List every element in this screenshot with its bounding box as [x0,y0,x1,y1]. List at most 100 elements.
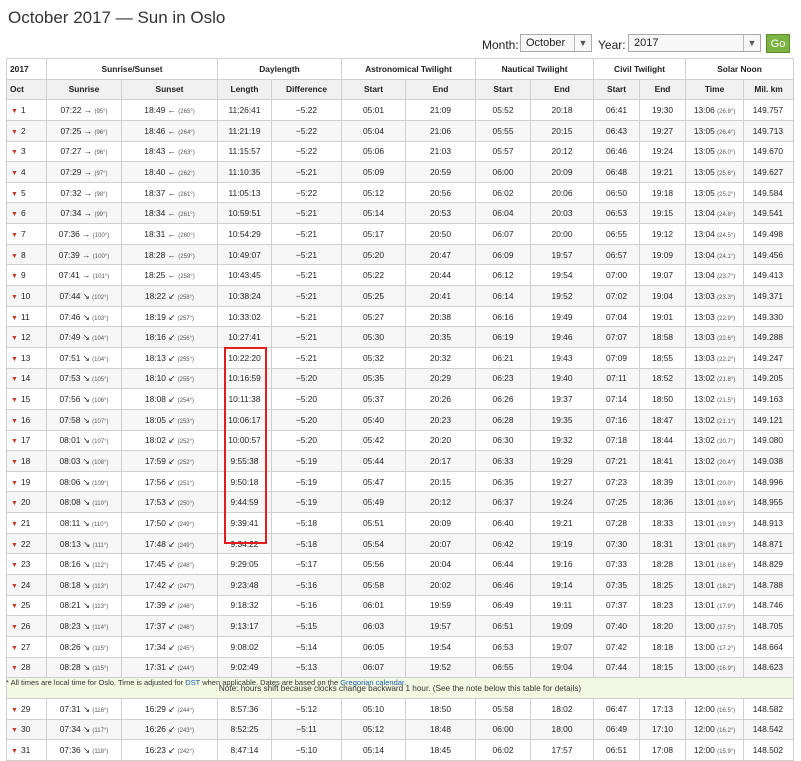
table-row: ▼ 12 07:49 ↘ (104°) 18:16 ↙ (256°) 10:27:41−… [6,326,795,348]
daylength-difference: −5:11 [271,718,342,741]
nautical-start: 06:00 [475,161,532,183]
astronomical-start: 05:22 [341,264,406,287]
civil-end: 18:23 [639,594,687,617]
astronomical-end: 20:20 [404,429,477,452]
sunrise-direction-icon: ↘ [82,559,91,570]
day-number: 10 [20,290,31,301]
caret-down-icon[interactable]: ▼ [11,583,18,590]
dst-link[interactable]: DST [185,678,200,687]
caret-down-icon[interactable]: ▼ [11,356,18,363]
sunrise-cell: 07:44 ↘ (102°) [46,285,122,307]
daylength-difference: −5:21 [271,326,342,348]
header-daylength: Daylength [217,58,342,80]
solar-noon-altitude: (18.6°) [717,563,736,570]
caret-down-icon[interactable]: ▼ [11,397,18,404]
caret-down-icon[interactable]: ▼ [11,211,18,218]
solar-noon-altitude: (26.8°) [717,109,736,116]
sunrise-direction-icon: ↘ [82,352,90,363]
caret-down-icon[interactable]: ▼ [11,459,18,466]
sunrise-time: 08:13 [59,538,81,549]
solar-noon-cell: 13:02 (21.8°) [685,367,745,390]
sunset-time: 18:16 [144,332,166,343]
table-row: ▼ 3 07:27 → (96°) 18:43 ← (263°) 11:15:57 −5:… [6,140,795,163]
sunset-azimuth: (247°) [177,583,195,590]
caret-down-icon[interactable]: ▼ [11,315,18,322]
day-cell: ▼ 7 [6,223,47,245]
civil-end: 17:10 [639,718,687,741]
solar-noon-time: 13:05 [693,146,715,157]
sunset-cell: 18:28 ← (259°) [121,243,218,266]
sunset-cell: 18:40 ← (262°) [121,161,218,183]
sunset-direction-icon: ← [167,187,176,198]
gregorian-calendar-link[interactable]: Gregorian calendar [340,678,404,687]
daylength-difference: −5:20 [271,429,342,452]
solar-noon-time: 13:01 [693,600,715,611]
caret-down-icon[interactable]: ▼ [11,294,18,301]
sunrise-time: 08:21 [59,600,81,611]
caret-down-icon[interactable]: ▼ [11,232,18,239]
solar-noon-cell: 13:01 (18.2°) [685,574,745,596]
nautical-start: 05:55 [475,119,532,142]
year-select[interactable]: 2017 ▼ [628,34,761,52]
caret-down-icon[interactable]: ▼ [11,727,18,734]
sunrise-direction-icon: ↘ [82,579,91,590]
caret-down-icon[interactable]: ▼ [11,273,18,280]
civil-start: 07:35 [593,574,641,596]
caret-down-icon[interactable]: ▼ [11,645,18,652]
sunset-time: 18:43 [144,146,166,157]
sunrise-cell: 08:03 ↘ (108°) [46,450,122,472]
caret-down-icon[interactable]: ▼ [11,562,18,569]
civil-end: 18:20 [639,615,687,637]
civil-start: 07:21 [593,450,641,472]
civil-end: 18:18 [639,635,687,658]
month-select[interactable]: October ▼ [520,34,592,52]
caret-down-icon[interactable]: ▼ [11,500,18,507]
civil-start: 07:42 [593,635,641,658]
caret-down-icon[interactable]: ▼ [11,191,18,198]
sunset-time: 17:42 [144,579,166,590]
sunrise-azimuth: (107°) [92,439,109,446]
caret-down-icon[interactable]: ▼ [11,170,18,177]
sunset-cell: 17:45 ↙ (248°) [121,553,218,576]
caret-down-icon[interactable]: ▼ [11,542,18,549]
caret-down-icon[interactable]: ▼ [11,438,18,445]
sunrise-azimuth: (96°) [94,129,108,136]
day-cell: ▼ 21 [6,512,47,534]
caret-down-icon[interactable]: ▼ [11,129,18,136]
caret-down-icon[interactable]: ▼ [11,149,18,156]
caret-down-icon[interactable]: ▼ [11,480,18,487]
caret-down-icon[interactable]: ▼ [11,707,18,714]
caret-down-icon[interactable]: ▼ [11,748,18,755]
sunset-time: 18:34 [144,208,166,219]
caret-down-icon[interactable]: ▼ [11,521,18,528]
astronomical-end: 18:50 [404,697,477,720]
caret-down-icon[interactable]: ▼ [11,624,18,631]
astronomical-end: 20:41 [404,285,477,307]
nautical-start: 06:00 [475,718,532,741]
astronomical-start: 05:14 [341,739,406,761]
distance-mil-km: 148.996 [743,470,795,493]
caret-down-icon[interactable]: ▼ [11,376,18,383]
daylength-difference: −5:21 [271,285,342,307]
solar-noon-time: 13:01 [693,579,715,590]
distance-mil-km: 149.757 [743,99,795,121]
astronomical-end: 20:26 [404,388,477,410]
solar-noon-cell: 13:00 (17.5°) [685,615,745,637]
caret-down-icon[interactable]: ▼ [11,253,18,260]
header-mil-km: Mil. km [743,78,795,101]
civil-end: 19:18 [639,181,687,204]
nautical-end: 19:37 [530,388,595,410]
sunrise-time: 07:53 [59,373,81,384]
caret-down-icon[interactable]: ▼ [11,108,18,115]
go-button[interactable]: Go [766,34,790,53]
daylength-difference: −5:22 [271,140,342,163]
nautical-end: 20:15 [530,119,595,142]
sunset-azimuth: (258°) [178,274,195,281]
caret-down-icon[interactable]: ▼ [11,603,18,610]
caret-down-icon[interactable]: ▼ [11,665,18,672]
caret-down-icon[interactable]: ▼ [11,335,18,342]
distance-mil-km: 149.584 [743,181,795,204]
sunset-time: 18:40 [144,167,166,178]
caret-down-icon[interactable]: ▼ [11,418,18,425]
sunrise-cell: 08:13 ↘ (111°) [46,532,122,555]
